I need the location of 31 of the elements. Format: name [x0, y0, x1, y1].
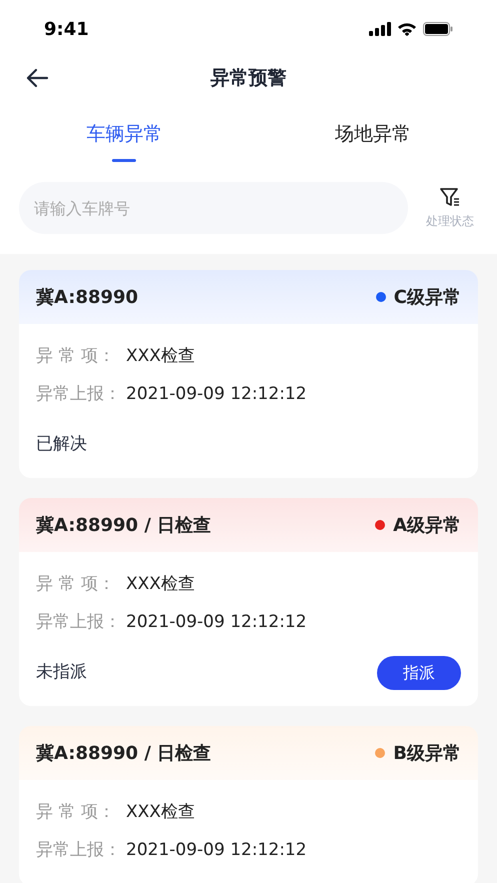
card-title: 冀A:88990 / 日检查 — [36, 742, 212, 766]
wifi-icon — [397, 22, 417, 36]
assign-button[interactable]: 指派 — [377, 656, 461, 690]
status-time: 9:41 — [44, 18, 89, 42]
field-label: 异 常 项： — [36, 345, 116, 368]
level-label: B级异常 — [393, 742, 461, 766]
field-value: XXX检查 — [126, 345, 195, 368]
field-label: 异常上报： — [36, 383, 122, 406]
field-value: XXX检查 — [126, 573, 195, 596]
filter-icon — [439, 186, 461, 208]
field-value: 2021-09-09 12:12:12 — [126, 839, 307, 862]
field-value: XXX检查 — [126, 801, 195, 824]
battery-icon — [423, 22, 453, 36]
status-text: 已解决 — [36, 433, 87, 456]
field-label: 异常上报： — [36, 611, 122, 634]
card-title: 冀A:88990 / 日检查 — [36, 514, 212, 538]
search-field[interactable]: 请输入车牌号 — [19, 182, 408, 234]
status-text: 未指派 — [36, 661, 87, 684]
field-label: 异 常 项： — [36, 801, 116, 824]
signal-icon — [369, 22, 391, 36]
field-value: 2021-09-09 12:12:12 — [126, 383, 307, 406]
tab[interactable]: 场地异常 — [248, 114, 497, 172]
page-title: 异常预警 — [210, 66, 286, 91]
level-label: C级异常 — [394, 286, 461, 310]
tab[interactable]: 车辆异常 — [0, 114, 248, 172]
field-label: 异常上报： — [36, 839, 122, 862]
field-label: 异 常 项： — [36, 573, 116, 596]
level-label: A级异常 — [393, 514, 461, 538]
back-button[interactable] — [24, 66, 50, 90]
card-title: 冀A:88990 — [36, 286, 138, 310]
field-value: 2021-09-09 12:12:12 — [126, 611, 307, 634]
